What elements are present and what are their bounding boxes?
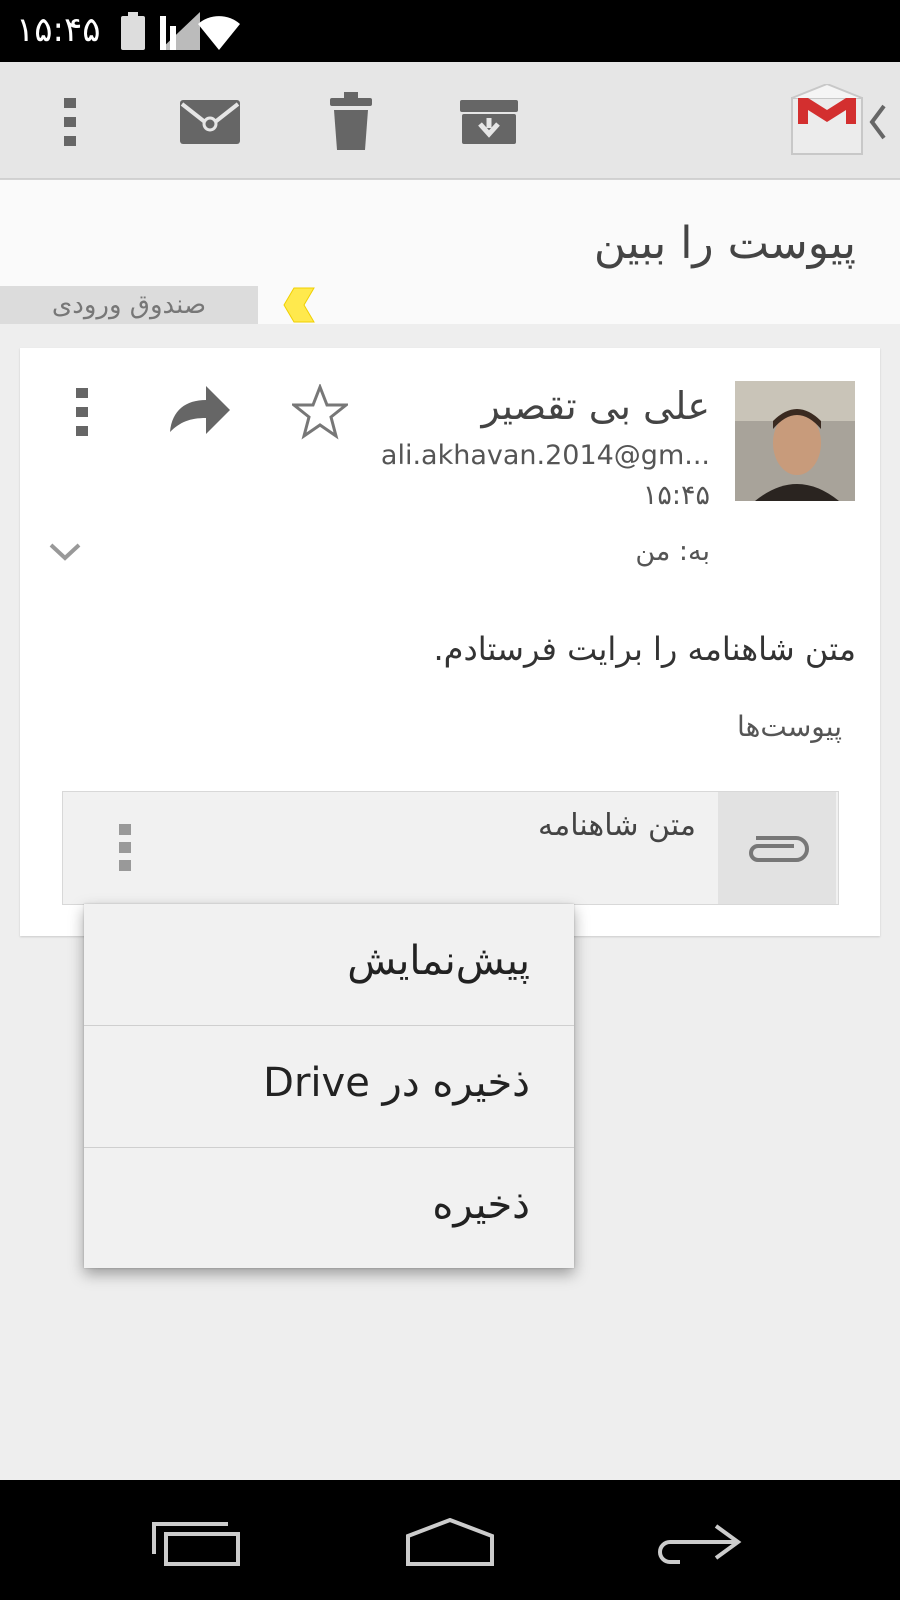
inbox-label-chip[interactable]: صندوق ورودی xyxy=(0,286,258,324)
recent-apps-icon[interactable] xyxy=(152,1522,242,1566)
wifi-icon xyxy=(198,16,240,50)
action-bar xyxy=(0,62,900,179)
mark-unread-icon[interactable] xyxy=(178,98,242,146)
attachment-name: متن شاهنامه xyxy=(538,808,696,843)
paperclip-icon xyxy=(749,836,809,862)
menu-item-save[interactable]: ذخیره xyxy=(84,1148,574,1268)
signal-icon xyxy=(160,12,200,50)
menu-item-label: پیش‌نمایش xyxy=(347,938,530,984)
attachments-heading: پیوست‌ها xyxy=(737,710,842,743)
gmail-logo-icon[interactable] xyxy=(790,84,864,158)
importance-marker-icon[interactable] xyxy=(280,286,316,324)
sender-email: ali.akhavan.2014@gm... xyxy=(380,440,710,471)
menu-item-save-to-drive[interactable]: ذخیره در Drive xyxy=(84,1026,574,1146)
star-icon[interactable] xyxy=(292,384,348,440)
sender-avatar[interactable] xyxy=(735,381,855,501)
back-chevron-icon[interactable] xyxy=(868,104,888,140)
recipient-line: به: من xyxy=(635,536,710,567)
status-time: ۱۵:۴۵ xyxy=(16,10,101,50)
menu-item-label: ذخیره xyxy=(432,1182,530,1228)
message-overflow-icon[interactable] xyxy=(74,386,90,438)
overflow-menu-icon[interactable] xyxy=(62,96,78,148)
message-time: ۱۵:۴۵ xyxy=(642,480,710,511)
menu-item-label: ذخیره در Drive xyxy=(263,1060,530,1106)
expand-details-icon[interactable] xyxy=(48,542,82,562)
home-icon[interactable] xyxy=(404,1518,496,1566)
conversation-subject: پیوست را ببین xyxy=(593,218,856,269)
menu-item-preview[interactable]: پیش‌نمایش xyxy=(84,904,574,1024)
sender-name: علی بی تقصیر xyxy=(481,384,710,428)
reply-icon[interactable] xyxy=(168,384,232,440)
message-body: متن شاهنامه را برایت فرستادم. xyxy=(433,630,856,668)
back-icon[interactable] xyxy=(658,1520,742,1566)
attachment-overflow-icon[interactable] xyxy=(118,822,132,874)
battery-icon xyxy=(121,12,145,50)
delete-icon[interactable] xyxy=(328,92,374,152)
attachment-popup-menu: پیش‌نمایش ذخیره در Drive ذخیره xyxy=(84,904,574,1268)
archive-icon[interactable] xyxy=(458,98,520,146)
